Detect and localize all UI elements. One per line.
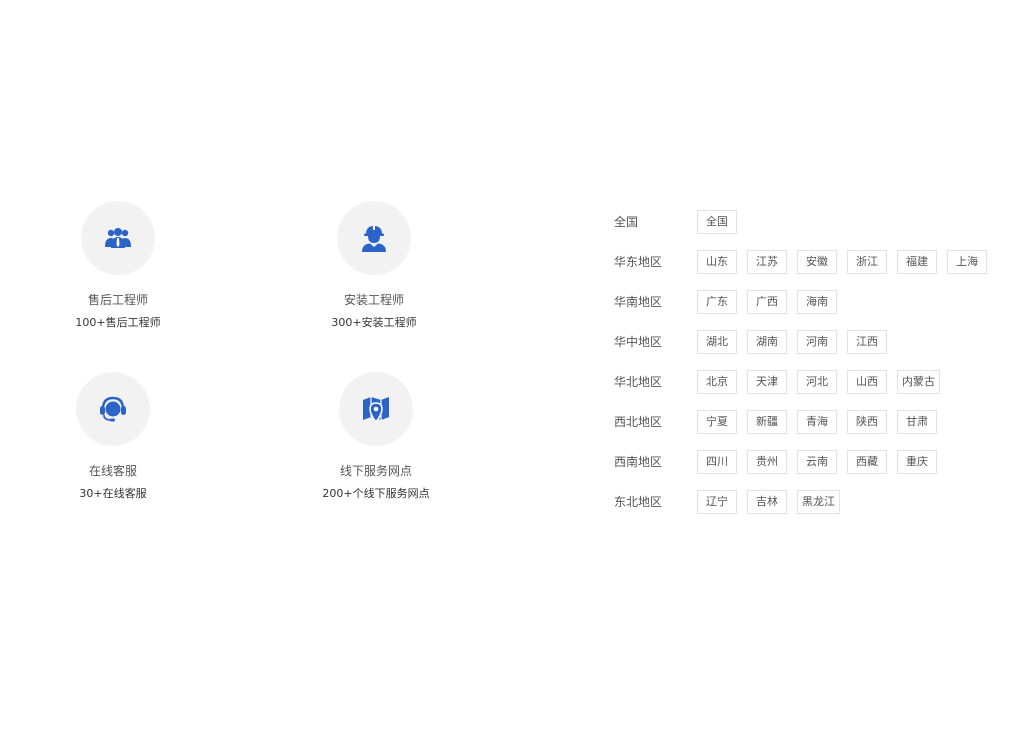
region-row: 华中地区 湖北 湖南 河南 江西 — [614, 330, 997, 354]
province-chip[interactable]: 天津 — [747, 370, 787, 394]
province-chip[interactable]: 重庆 — [897, 450, 937, 474]
service-desc: 30+在线客服 — [79, 487, 147, 500]
region-label: 华东地区 — [614, 255, 663, 269]
region-chip-list: 广东 广西 海南 — [697, 290, 847, 314]
region-row: 华北地区 北京 天津 河北 山西 内蒙古 — [614, 370, 997, 394]
region-chip-list: 湖北 湖南 河南 江西 — [697, 330, 897, 354]
province-chip[interactable]: 上海 — [947, 250, 987, 274]
service-desc: 300+安装工程师 — [331, 316, 417, 329]
province-chip[interactable]: 吉林 — [747, 490, 787, 514]
region-chip-list: 山东 江苏 安徽 浙江 福建 上海 — [697, 250, 997, 274]
province-chip[interactable]: 江西 — [847, 330, 887, 354]
engineer-group-icon — [104, 226, 132, 250]
service-icon-circle — [337, 201, 411, 275]
service-icon-circle — [81, 201, 155, 275]
province-chip[interactable]: 河南 — [797, 330, 837, 354]
region-chip-list: 辽宁 吉林 黑龙江 — [697, 490, 850, 514]
service-icon-circle — [76, 372, 150, 446]
map-pin-icon — [361, 395, 391, 423]
province-chip[interactable]: 陕西 — [847, 410, 887, 434]
region-row: 全国 全国 — [614, 210, 997, 234]
province-chip[interactable]: 广东 — [697, 290, 737, 314]
region-row: 西北地区 宁夏 新疆 青海 陕西 甘肃 — [614, 410, 997, 434]
region-label: 华中地区 — [614, 335, 663, 349]
province-chip[interactable]: 新疆 — [747, 410, 787, 434]
region-filter: 全国 全国华东地区 山东 江苏 安徽 浙江 福建 上海华南地区 广东 广西 海南华中地区 湖北 湖南 河南… — [614, 210, 997, 530]
region-row: 华南地区 广东 广西 海南 — [614, 290, 997, 314]
service-desc: 100+售后工程师 — [75, 316, 161, 329]
province-chip[interactable]: 山西 — [847, 370, 887, 394]
service-card-offline-outlets: 线下服务网点 200+个线下服务网点 — [296, 372, 456, 501]
province-chip[interactable]: 云南 — [797, 450, 837, 474]
region-row: 西南地区 四川 贵州 云南 西藏 重庆 — [614, 450, 997, 474]
province-chip[interactable]: 海南 — [797, 290, 837, 314]
service-desc: 200+个线下服务网点 — [322, 487, 430, 500]
region-label: 华北地区 — [614, 375, 663, 389]
region-label: 西南地区 — [614, 455, 663, 469]
region-label: 西北地区 — [614, 415, 663, 429]
province-chip[interactable]: 辽宁 — [697, 490, 737, 514]
province-chip[interactable]: 江苏 — [747, 250, 787, 274]
region-chip-list: 宁夏 新疆 青海 陕西 甘肃 — [697, 410, 947, 434]
service-icon-circle — [339, 372, 413, 446]
province-chip[interactable]: 青海 — [797, 410, 837, 434]
installer-worker-icon — [361, 224, 387, 252]
province-chip[interactable]: 西藏 — [847, 450, 887, 474]
province-chip[interactable]: 全国 — [697, 210, 737, 234]
region-chip-list: 全国 — [697, 210, 747, 234]
service-card-after-sales: 售后工程师 100+售后工程师 — [38, 201, 198, 330]
service-title: 线下服务网点 — [339, 464, 412, 478]
service-title: 安装工程师 — [343, 293, 404, 307]
province-chip[interactable]: 贵州 — [747, 450, 787, 474]
customer-service-headset-icon — [98, 395, 128, 423]
province-chip[interactable]: 湖南 — [747, 330, 787, 354]
province-chip[interactable]: 湖北 — [697, 330, 737, 354]
province-chip[interactable]: 安徽 — [797, 250, 837, 274]
region-row: 东北地区 辽宁 吉林 黑龙江 — [614, 490, 997, 514]
province-chip[interactable]: 北京 — [697, 370, 737, 394]
service-title: 售后工程师 — [87, 293, 148, 307]
region-chip-list: 北京 天津 河北 山西 内蒙古 — [697, 370, 950, 394]
service-card-online-support: 在线客服 30+在线客服 — [33, 372, 193, 501]
province-chip[interactable]: 宁夏 — [697, 410, 737, 434]
province-chip[interactable]: 内蒙古 — [897, 370, 940, 394]
service-title: 在线客服 — [88, 464, 137, 478]
province-chip[interactable]: 广西 — [747, 290, 787, 314]
province-chip[interactable]: 黑龙江 — [797, 490, 840, 514]
province-chip[interactable]: 甘肃 — [897, 410, 937, 434]
province-chip[interactable]: 四川 — [697, 450, 737, 474]
region-label: 全国 — [614, 215, 639, 229]
region-row: 华东地区 山东 江苏 安徽 浙江 福建 上海 — [614, 250, 997, 274]
province-chip[interactable]: 河北 — [797, 370, 837, 394]
region-label: 华南地区 — [614, 295, 663, 309]
region-chip-list: 四川 贵州 云南 西藏 重庆 — [697, 450, 947, 474]
region-label: 东北地区 — [614, 495, 663, 509]
province-chip[interactable]: 山东 — [697, 250, 737, 274]
province-chip[interactable]: 浙江 — [847, 250, 887, 274]
service-card-installer: 安装工程师 300+安装工程师 — [294, 201, 454, 330]
province-chip[interactable]: 福建 — [897, 250, 937, 274]
